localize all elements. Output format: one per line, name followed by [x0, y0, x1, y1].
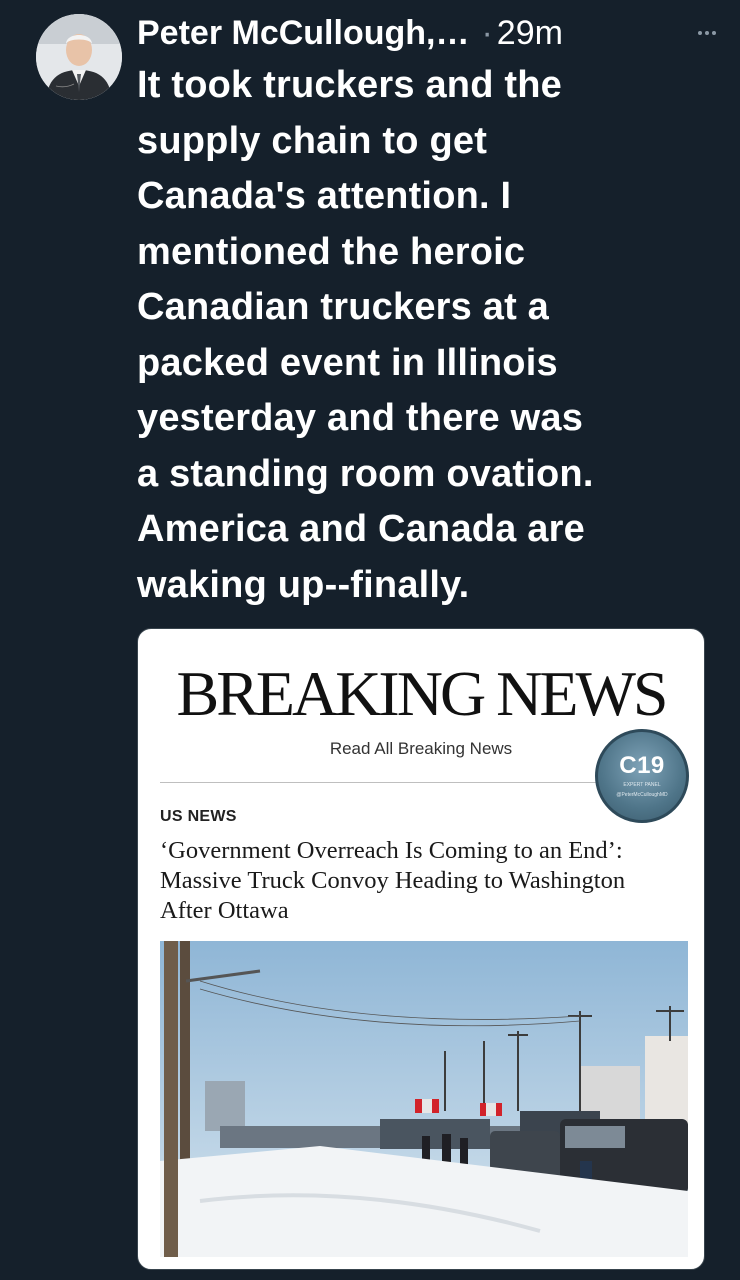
badge-handle: @PeterMcCulloughMD	[616, 792, 668, 798]
more-horizontal-icon[interactable]	[698, 8, 716, 58]
author-name[interactable]: Peter McCullough,…	[137, 8, 469, 58]
c19-badge: C19 EXPERT PANEL @PeterMcCulloughMD	[595, 729, 689, 823]
tweet-text: It took truckers and the supply chain to…	[137, 64, 594, 606]
convoy-photo	[160, 941, 688, 1257]
time-separator: ·	[481, 14, 493, 52]
tweet-timestamp[interactable]: 29m	[497, 8, 563, 58]
badge-title: C19	[619, 752, 665, 779]
section-label: US NEWS	[160, 808, 237, 825]
author-avatar[interactable]	[36, 14, 122, 100]
attached-image-card[interactable]: BREAKING NEWS Read All Breaking News C19…	[137, 628, 705, 1270]
masthead: BREAKING NEWS	[176, 658, 669, 729]
tweet-header: Peter McCullough,… · 29m	[137, 8, 720, 58]
badge-subtitle: EXPERT PANEL	[623, 782, 661, 788]
article-headline[interactable]: ‘Government Overreach Is Coming to an En…	[160, 836, 680, 926]
